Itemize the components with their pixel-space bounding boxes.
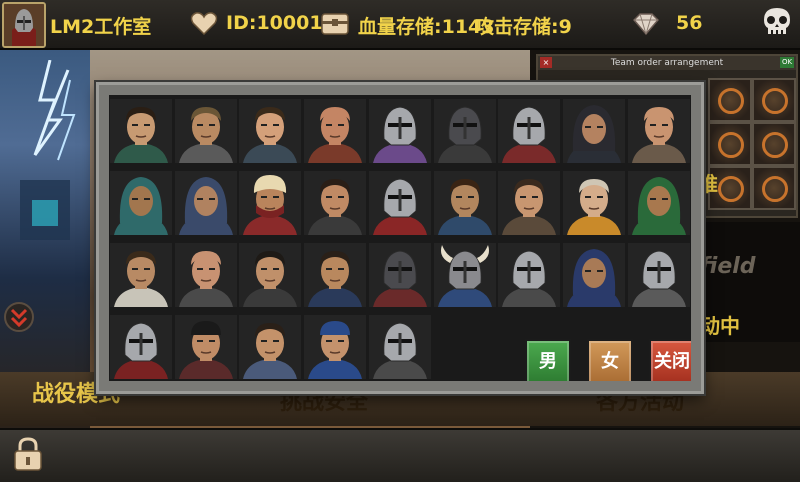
team-slot[interactable] [708, 122, 752, 166]
heart-icon [190, 12, 218, 36]
player-id: ID:10001 [226, 12, 323, 34]
hero-portrait-silver-hair-elf[interactable] [562, 171, 625, 235]
hero-portrait-bald-elder[interactable] [627, 99, 690, 163]
team-panel-title: Team order arrangement [610, 58, 724, 68]
hero-portrait-gold-helm-captain[interactable] [110, 315, 172, 379]
hero-portrait-iron-helm-soldier[interactable] [368, 243, 431, 307]
hero-portrait-bearded-villager[interactable] [498, 171, 561, 235]
top-bar: LM2工作室 ID:10001 血量存储:1143 攻击存储:9 56 [0, 0, 800, 50]
hero-portrait-short-hair-fighter[interactable] [304, 171, 367, 235]
hero-portrait-rugged-mercenary[interactable] [110, 243, 172, 307]
attack-storage: 攻击存储:9 [475, 16, 572, 38]
lock-icon[interactable] [10, 436, 46, 472]
team-ok-button[interactable]: OK [780, 57, 794, 68]
activity-status: 动中 [700, 314, 740, 338]
hero-portrait-desert-prince[interactable] [239, 171, 302, 235]
battlefield-label: field [700, 254, 756, 279]
team-slot[interactable] [752, 78, 796, 122]
hero-portrait-dark-hair-noble[interactable] [239, 243, 302, 307]
hero-portrait-horned-viking[interactable] [433, 243, 496, 307]
hero-portrait-curly-hair-squire[interactable] [239, 315, 302, 379]
team-slot[interactable] [752, 122, 796, 166]
hero-portrait-hooded-monk[interactable] [174, 171, 237, 235]
hero-portrait-steel-helm-knight[interactable] [368, 99, 431, 163]
hp-storage: 血量存储:1143 [358, 16, 495, 38]
hero-portrait-bald-monk[interactable] [304, 99, 367, 163]
hero-portrait-great-helm-knight[interactable] [498, 99, 561, 163]
close-button[interactable]: 关闭 [649, 339, 691, 381]
hero-portrait-beanie-sailor[interactable] [304, 315, 367, 379]
hero-portrait-stubble-warrior[interactable] [304, 243, 367, 307]
diamond-icon [632, 13, 660, 36]
hero-portrait-bearded-warrior[interactable] [110, 99, 172, 163]
hero-portrait-full-helm-paladin[interactable] [627, 243, 690, 307]
player-avatar[interactable] [2, 2, 46, 48]
male-filter-button[interactable]: 男 [525, 339, 571, 381]
portrait-grid: 男 女 关闭 [109, 95, 691, 381]
female-filter-button[interactable]: 女 [587, 339, 633, 381]
hero-portrait-hooded-assassin[interactable] [562, 99, 625, 163]
hero-portrait-long-hair-ranger[interactable] [433, 171, 496, 235]
hero-portrait-black-cap-brawler[interactable] [174, 315, 237, 379]
team-slot[interactable] [708, 78, 752, 122]
hero-portrait-nasal-helm-guard[interactable] [368, 171, 431, 235]
bottom-bar [0, 428, 800, 482]
hero-portrait-bald-brute[interactable] [174, 243, 237, 307]
chevron-down-icon[interactable] [4, 300, 34, 334]
hero-portrait-dark-helm-knight[interactable] [433, 99, 496, 163]
skull-icon[interactable] [760, 6, 794, 40]
hero-portrait-young-soldier[interactable] [239, 99, 302, 163]
chest-icon[interactable] [320, 10, 350, 36]
hero-portrait-turban-nomad[interactable] [110, 171, 172, 235]
studio-name: LM2工作室 [50, 16, 152, 38]
team-close-button[interactable]: × [540, 57, 552, 68]
gem-count: 56 [676, 12, 703, 34]
hero-portrait-bronze-helm-guard[interactable] [498, 243, 561, 307]
hero-portrait-slit-helm-templar[interactable] [368, 315, 431, 379]
hero-select-dialog: 男 女 关闭 [96, 82, 704, 394]
team-slot[interactable] [752, 166, 796, 210]
hero-portrait-blue-hood-scout[interactable] [562, 243, 625, 307]
hero-portrait-bald-rogue[interactable] [174, 99, 237, 163]
hero-portrait-green-hood-ranger[interactable] [627, 171, 690, 235]
lightning-art [20, 60, 76, 240]
